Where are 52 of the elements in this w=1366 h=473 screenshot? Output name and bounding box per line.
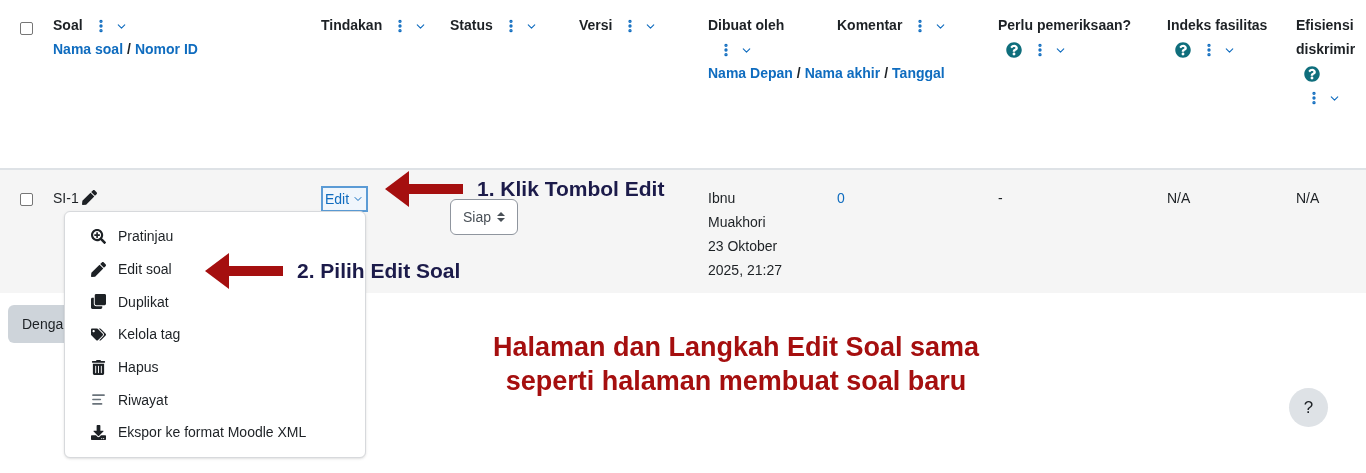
column-header: Komentar xyxy=(837,17,903,33)
column-header: Perlu pemeriksaan? xyxy=(998,17,1132,33)
review-value: - xyxy=(998,190,1003,206)
pencil-icon[interactable] xyxy=(81,190,97,205)
sort-link[interactable]: Nama akhir xyxy=(804,65,881,81)
question-name: SI-1 xyxy=(53,189,79,208)
help-icon[interactable] xyxy=(1006,42,1022,59)
note-text: seperti halaman membuat soal baru xyxy=(504,365,968,398)
help-button[interactable]: ? xyxy=(1289,388,1328,427)
sort-link[interactable]: Nama soal xyxy=(53,41,124,57)
comments-link[interactable]: 0 xyxy=(837,190,845,206)
column-header: Soal xyxy=(53,17,83,33)
zoom-in-icon xyxy=(91,228,106,244)
column-header: Efisiensi diskrimir xyxy=(1296,17,1356,57)
created-date: 23 Oktober 2025, 21:27 xyxy=(708,237,783,280)
arrow-icon xyxy=(385,171,463,207)
column-header: Versi xyxy=(579,17,613,33)
column-header: Indeks fasilitas xyxy=(1167,17,1268,33)
author-name: Ibnu Muakhori xyxy=(708,189,767,232)
checkbox[interactable] xyxy=(20,193,33,206)
sort-caret-icon xyxy=(497,211,506,223)
help-icon[interactable] xyxy=(1175,42,1191,59)
column-header: Status xyxy=(450,17,493,33)
discrimination-value: N/A xyxy=(1296,190,1320,206)
separator-text: / xyxy=(884,65,889,81)
tag-icon xyxy=(91,326,106,342)
sort-link[interactable]: Nama Depan xyxy=(708,65,793,81)
menu-item[interactable]: Ekspor ke format Moodle XML xyxy=(91,420,307,445)
status-select[interactable]: Siap xyxy=(450,199,519,235)
arrow-icon xyxy=(205,253,283,289)
checkbox[interactable] xyxy=(20,22,33,35)
facility-index-value: N/A xyxy=(1167,190,1191,206)
menu-item[interactable]: Pratinjau xyxy=(91,224,174,249)
copy-icon xyxy=(91,294,106,310)
separator-text: / xyxy=(796,65,801,81)
column-header: Tindakan xyxy=(321,17,383,33)
annotation-label: 1. Klik Tombol Edit xyxy=(477,178,665,200)
column-header: Dibuat oleh xyxy=(708,17,785,33)
edit-button[interactable]: Edit xyxy=(321,186,369,212)
note-text: Halaman dan Langkah Edit Soal sama xyxy=(491,331,981,364)
menu-item[interactable]: Edit soal xyxy=(91,257,172,282)
help-icon[interactable] xyxy=(1304,66,1320,83)
sort-link[interactable]: Nomor ID xyxy=(134,41,198,57)
separator-text: / xyxy=(127,41,131,57)
pencil-icon xyxy=(91,261,106,277)
trash-icon xyxy=(91,359,106,375)
sort-link[interactable]: Tanggal xyxy=(892,65,945,81)
lines-icon xyxy=(91,392,106,408)
menu-item[interactable]: Riwayat xyxy=(91,387,168,412)
annotation-label: 2. Pilih Edit Soal xyxy=(297,260,461,282)
download-icon xyxy=(91,424,106,440)
menu-item[interactable]: Hapus xyxy=(91,355,159,380)
